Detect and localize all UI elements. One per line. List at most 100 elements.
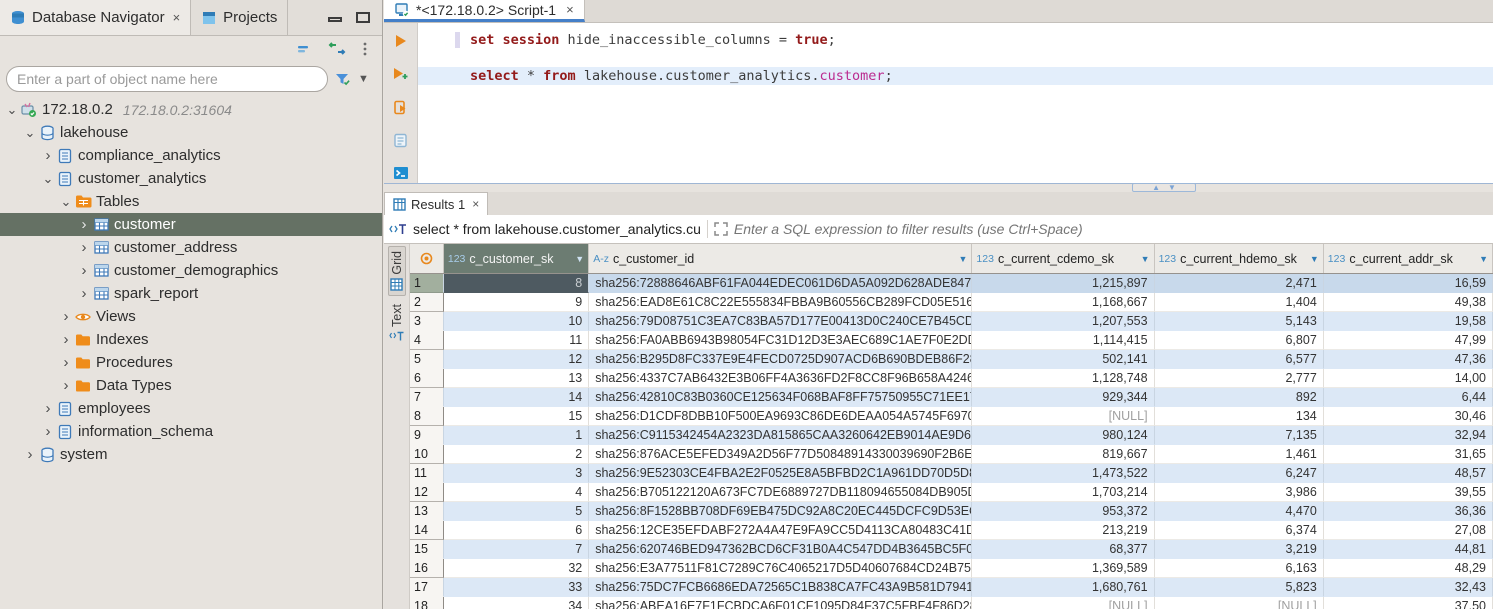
record-mode-icon[interactable] xyxy=(410,244,444,273)
cell-c_customer_id[interactable]: sha256:8F1528BB708DF69EB475DC92A8C20EC44… xyxy=(589,502,972,521)
cell-c_customer_id[interactable]: sha256:876ACE5EFED349A2D56F77D5084891433… xyxy=(589,445,972,464)
collapse-all-icon[interactable] xyxy=(296,41,312,57)
expand-filter-icon[interactable] xyxy=(714,222,728,236)
cell-c_customer_sk[interactable]: 14 xyxy=(444,388,589,407)
chevron-down-icon[interactable]: ▼ xyxy=(358,73,369,85)
cell-c_current_hdemo_sk[interactable]: 6,577 xyxy=(1155,350,1324,369)
cell-c_current_hdemo_sk[interactable]: 6,163 xyxy=(1155,559,1324,578)
cell-c_current_cdemo_sk[interactable]: 1,114,415 xyxy=(972,331,1154,350)
cell-c_current_cdemo_sk[interactable]: 1,680,761 xyxy=(972,578,1154,597)
cell-c_current_hdemo_sk[interactable]: 892 xyxy=(1155,388,1324,407)
cell-c_customer_id[interactable]: sha256:620746BED947362BCD6CF31B0A4C547DD… xyxy=(589,540,972,559)
column-header-c_current_cdemo_sk[interactable]: 123c_current_cdemo_sk▼ xyxy=(972,244,1154,273)
column-filter-arrow-icon[interactable]: ▼ xyxy=(958,254,967,264)
row-number[interactable]: 18 xyxy=(410,597,444,609)
cell-c_customer_id[interactable]: sha256:E3A77511F81C7289C76C4065217D5D406… xyxy=(589,559,972,578)
cell-c_current_hdemo_sk[interactable]: 6,807 xyxy=(1155,331,1324,350)
cell-c_current_hdemo_sk[interactable]: 3,986 xyxy=(1155,483,1324,502)
chevron-collapsed-icon[interactable]: › xyxy=(76,285,92,302)
cell-c_customer_id[interactable]: sha256:75DC7FCB6686EDA72565C1B838CA7FC43… xyxy=(589,578,972,597)
column-header-c_customer_sk[interactable]: 123c_customer_sk▼ xyxy=(444,244,589,273)
cell-c_customer_id[interactable]: sha256:B705122120A673FC7DE6889727DB11809… xyxy=(589,483,972,502)
cell-c_customer_id[interactable]: sha256:42810C83B0360CE125634F068BAF8FF75… xyxy=(589,388,972,407)
row-number[interactable]: 7 xyxy=(410,388,444,407)
cell-c_customer_sk[interactable]: 6 xyxy=(444,521,589,540)
row-number[interactable]: 3 xyxy=(410,312,444,331)
cell-c_current_addr_sk[interactable]: 32,43 xyxy=(1324,578,1493,597)
close-icon[interactable]: × xyxy=(173,10,181,25)
tree-item-compliance-analytics[interactable]: ›compliance_analytics xyxy=(0,144,382,167)
tree-item-spark-report[interactable]: ›spark_report xyxy=(0,282,382,305)
chevron-collapsed-icon[interactable]: › xyxy=(58,331,74,348)
tab-results-1[interactable]: Results 1 × xyxy=(384,192,488,215)
cell-c_current_hdemo_sk[interactable]: 6,247 xyxy=(1155,464,1324,483)
cell-c_current_addr_sk[interactable]: 37,50 xyxy=(1324,597,1493,609)
cell-c_customer_sk[interactable]: 2 xyxy=(444,445,589,464)
cell-c_current_cdemo_sk[interactable]: 929,344 xyxy=(972,388,1154,407)
cell-c_current_addr_sk[interactable]: 36,36 xyxy=(1324,502,1493,521)
cell-c_current_hdemo_sk[interactable]: 3,219 xyxy=(1155,540,1324,559)
explain-plan-icon[interactable] xyxy=(391,130,411,150)
cell-c_current_addr_sk[interactable]: 16,59 xyxy=(1324,274,1493,293)
cell-c_current_addr_sk[interactable]: 39,55 xyxy=(1324,483,1493,502)
cell-c_current_cdemo_sk[interactable]: 213,219 xyxy=(972,521,1154,540)
presentation-tab-grid[interactable]: Grid xyxy=(388,246,406,296)
cell-c_current_hdemo_sk[interactable]: 4,470 xyxy=(1155,502,1324,521)
view-menu-icon[interactable] xyxy=(362,41,368,57)
cell-c_customer_id[interactable]: sha256:C9115342454A2323DA815865CAA326064… xyxy=(589,426,972,445)
tree-item-customer-address[interactable]: ›customer_address xyxy=(0,236,382,259)
cell-c_current_hdemo_sk[interactable]: [NULL] xyxy=(1155,597,1324,609)
tree-item-lakehouse[interactable]: ⌄lakehouse xyxy=(0,121,382,144)
tree-item-employees[interactable]: ›employees xyxy=(0,397,382,420)
cell-c_current_addr_sk[interactable]: 49,38 xyxy=(1324,293,1493,312)
cell-c_current_hdemo_sk[interactable]: 1,461 xyxy=(1155,445,1324,464)
cell-c_current_addr_sk[interactable]: 30,46 xyxy=(1324,407,1493,426)
cell-c_current_cdemo_sk[interactable]: 953,372 xyxy=(972,502,1154,521)
column-filter-arrow-icon[interactable]: ▼ xyxy=(1479,254,1488,264)
cell-c_current_cdemo_sk[interactable]: 1,369,589 xyxy=(972,559,1154,578)
cell-c_current_cdemo_sk[interactable]: [NULL] xyxy=(972,597,1154,609)
tree-item-customer-analytics[interactable]: ⌄customer_analytics xyxy=(0,167,382,190)
cell-c_current_cdemo_sk[interactable]: 68,377 xyxy=(972,540,1154,559)
chevron-collapsed-icon[interactable]: › xyxy=(76,262,92,279)
object-filter-input[interactable] xyxy=(6,66,328,92)
cell-c_customer_id[interactable]: sha256:D1CDF8DBB10F500EA9693C86DE6DEAA05… xyxy=(589,407,972,426)
row-number[interactable]: 13 xyxy=(410,502,444,521)
chevron-collapsed-icon[interactable]: › xyxy=(76,239,92,256)
row-number[interactable]: 16 xyxy=(410,559,444,578)
cell-c_customer_sk[interactable]: 4 xyxy=(444,483,589,502)
cell-c_current_addr_sk[interactable]: 32,94 xyxy=(1324,426,1493,445)
execute-new-tab-icon[interactable] xyxy=(391,64,411,84)
chevron-expanded-icon[interactable]: ⌄ xyxy=(40,171,56,187)
cell-c_customer_id[interactable]: sha256:4337C7AB6432E3B06FF4A3636FD2F8CC8… xyxy=(589,369,972,388)
tree-item-data-types[interactable]: ›Data Types xyxy=(0,374,382,397)
cell-c_customer_sk[interactable]: 9 xyxy=(444,293,589,312)
cell-c_customer_sk[interactable]: 8 xyxy=(444,274,589,293)
editor-results-splitter[interactable]: ▲ ▼ xyxy=(384,183,1493,192)
cell-c_customer_sk[interactable]: 1 xyxy=(444,426,589,445)
row-number[interactable]: 17 xyxy=(410,578,444,597)
tab-projects[interactable]: Projects xyxy=(191,0,288,35)
cell-c_current_cdemo_sk[interactable]: 980,124 xyxy=(972,426,1154,445)
cell-c_current_cdemo_sk[interactable]: 1,207,553 xyxy=(972,312,1154,331)
cell-c_current_cdemo_sk[interactable]: 819,667 xyxy=(972,445,1154,464)
cell-c_customer_id[interactable]: sha256:79D08751C3EA7C83BA57D177E00413D0C… xyxy=(589,312,972,331)
cell-c_customer_id[interactable]: sha256:FA0ABB6943B98054FC31D12D3E3AEC689… xyxy=(589,331,972,350)
presentation-tab-text[interactable]: Text xyxy=(388,300,405,346)
results-filter-input[interactable] xyxy=(734,221,1493,237)
cell-c_current_hdemo_sk[interactable]: 2,777 xyxy=(1155,369,1324,388)
cell-c_current_addr_sk[interactable]: 31,65 xyxy=(1324,445,1493,464)
execute-statement-icon[interactable] xyxy=(391,31,411,51)
chevron-collapsed-icon[interactable]: › xyxy=(58,308,74,325)
cell-c_customer_sk[interactable]: 13 xyxy=(444,369,589,388)
cell-c_current_addr_sk[interactable]: 19,58 xyxy=(1324,312,1493,331)
row-number[interactable]: 12 xyxy=(410,483,444,502)
execute-script-icon[interactable] xyxy=(391,97,411,117)
close-icon[interactable]: × xyxy=(472,197,479,211)
cell-c_customer_sk[interactable]: 15 xyxy=(444,407,589,426)
maximize-icon[interactable] xyxy=(356,12,370,23)
cell-c_customer_sk[interactable]: 3 xyxy=(444,464,589,483)
close-icon[interactable]: × xyxy=(566,2,574,17)
filter-settings-icon[interactable] xyxy=(334,71,352,87)
cell-c_current_addr_sk[interactable]: 27,08 xyxy=(1324,521,1493,540)
